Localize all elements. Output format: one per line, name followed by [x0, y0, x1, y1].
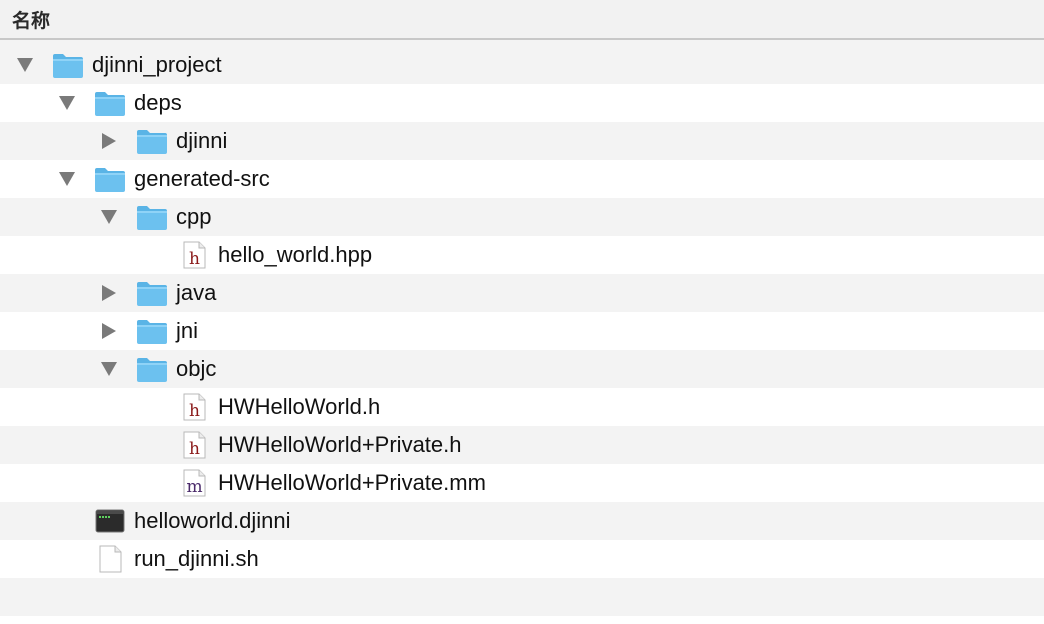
svg-text:h: h [189, 249, 200, 269]
disclosure-expanded-icon[interactable] [58, 171, 76, 187]
svg-text:h: h [189, 401, 200, 421]
folder-icon [94, 165, 126, 193]
disclosure-expanded-icon[interactable] [100, 209, 118, 225]
file-name-label: run_djinni.sh [134, 546, 259, 571]
header-file-icon: h [178, 393, 210, 421]
name-column-label: 名称 [12, 9, 51, 32]
file-name-label: djinni [176, 128, 228, 153]
file-name-label: objc [176, 356, 217, 381]
file-name-label: helloworld.djinni [134, 508, 291, 533]
file-name-label: HWHelloWorld+Private.mm [218, 470, 486, 495]
file-name-label: generated-src [134, 166, 270, 191]
header-file-icon: h [178, 431, 210, 459]
file-row[interactable]: java [0, 274, 1044, 312]
file-name-label: HWHelloWorld.h [218, 394, 381, 419]
header-file-icon: h [178, 241, 210, 269]
file-name-label: java [176, 280, 217, 305]
terminal-file-icon [94, 507, 126, 535]
file-row[interactable]: h HWHelloWorld.h [0, 388, 1044, 426]
svg-text:h: h [189, 439, 200, 459]
file-list: djinni_projectdeps djinni generated-src cpp… [0, 46, 1044, 624]
file-row[interactable]: h HWHelloWorld+Private.h [0, 426, 1044, 464]
file-row[interactable]: jni [0, 312, 1044, 350]
disclosure-collapsed-icon[interactable] [100, 285, 118, 301]
disclosure-expanded-icon[interactable] [16, 57, 34, 73]
folder-icon [136, 127, 168, 155]
folder-icon [136, 355, 168, 383]
folder-icon [136, 279, 168, 307]
folder-icon [136, 317, 168, 345]
disclosure-collapsed-icon[interactable] [100, 323, 118, 339]
file-name-label: deps [134, 90, 182, 115]
folder-icon [136, 203, 168, 231]
file-row[interactable]: djinni [0, 122, 1044, 160]
file-row[interactable]: generated-src [0, 160, 1044, 198]
name-column-header[interactable]: 名称 [0, 0, 1044, 40]
folder-icon [52, 51, 84, 79]
file-name-label: djinni_project [92, 52, 222, 77]
file-name-label: jni [176, 318, 199, 343]
file-row[interactable]: helloworld.djinni [0, 502, 1044, 540]
disclosure-collapsed-icon[interactable] [100, 133, 118, 149]
file-row[interactable]: deps [0, 84, 1044, 122]
empty-row [0, 616, 1044, 624]
objc-source-file-icon: m [178, 469, 210, 497]
folder-icon [94, 89, 126, 117]
blank-file-icon [94, 545, 126, 573]
file-row[interactable]: djinni_project [0, 46, 1044, 84]
file-row[interactable]: run_djinni.sh [0, 540, 1044, 578]
disclosure-expanded-icon[interactable] [100, 361, 118, 377]
svg-text:m: m [186, 477, 202, 497]
file-row[interactable]: h hello_world.hpp [0, 236, 1044, 274]
file-name-label: cpp [176, 204, 212, 229]
finder-window: 名称 djinni_projectdeps djinni generated-src… [0, 0, 1044, 624]
empty-row [0, 578, 1044, 616]
file-row[interactable]: m HWHelloWorld+Private.mm [0, 464, 1044, 502]
file-row[interactable]: objc [0, 350, 1044, 388]
disclosure-expanded-icon[interactable] [58, 95, 76, 111]
file-row[interactable]: cpp [0, 198, 1044, 236]
file-name-label: HWHelloWorld+Private.h [218, 432, 462, 457]
file-name-label: hello_world.hpp [218, 242, 373, 267]
